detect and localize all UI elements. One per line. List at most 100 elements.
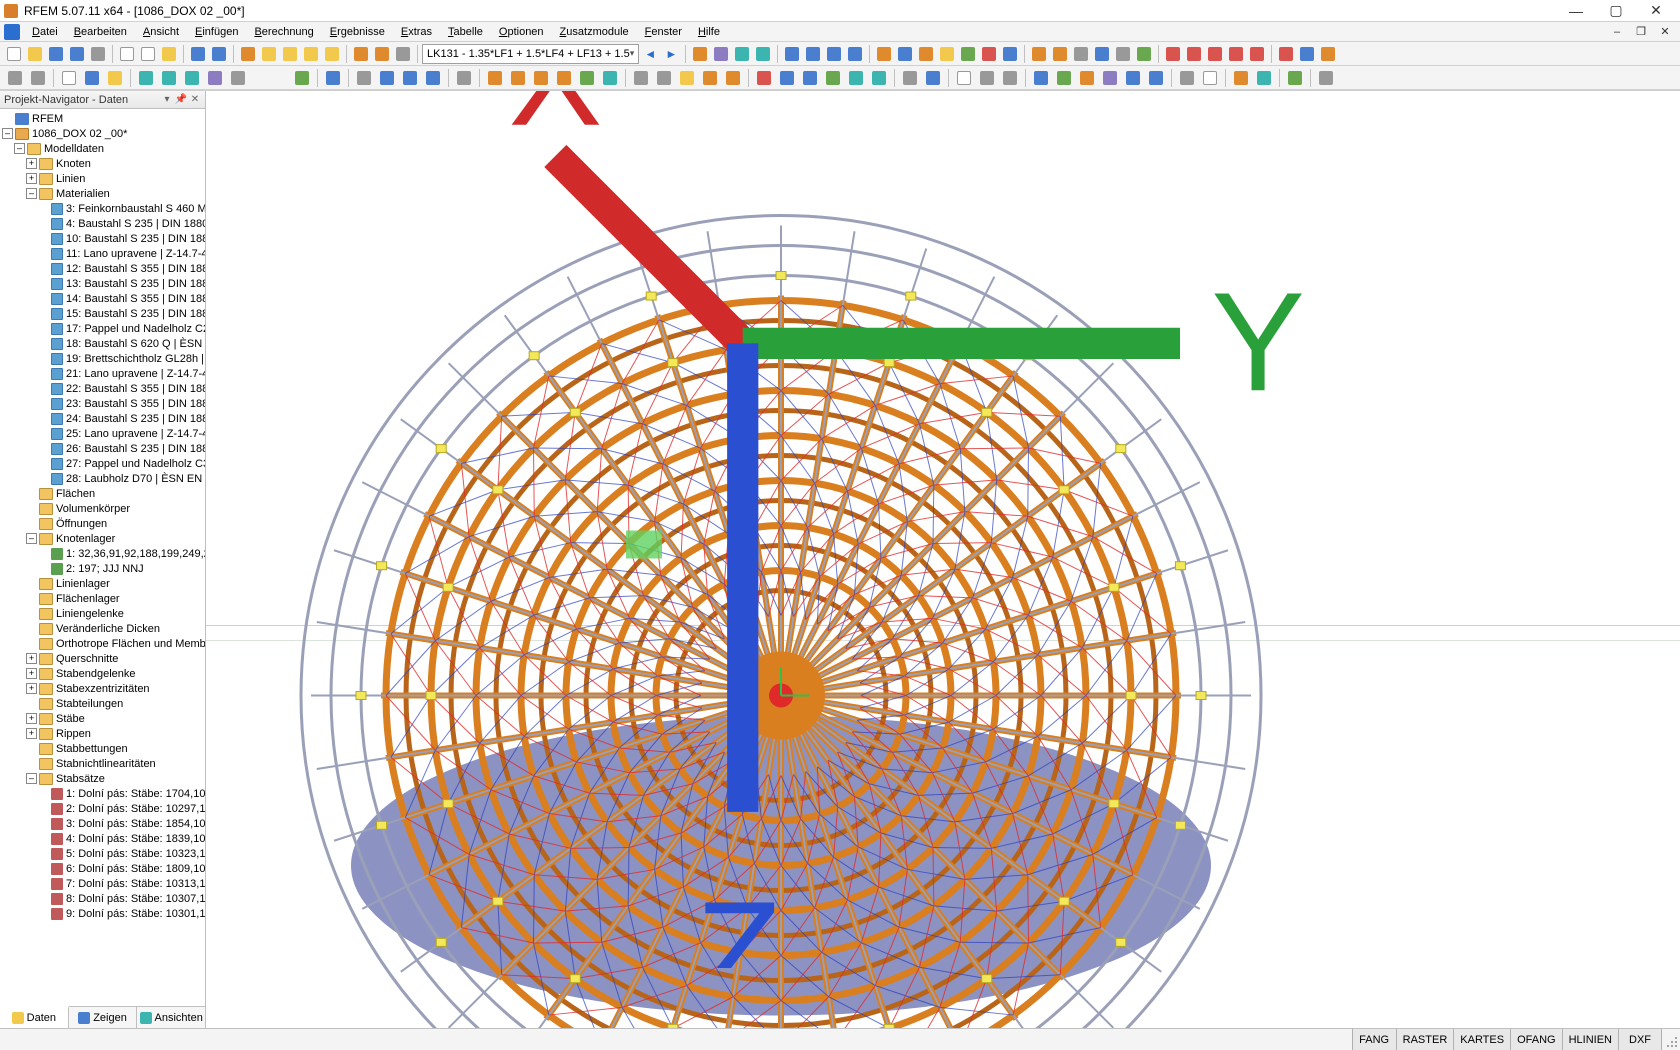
nav-tab-zeigen[interactable]: Zeigen: [69, 1007, 138, 1028]
tree-g3-0-toggle[interactable]: +: [26, 653, 37, 664]
tb-box-icon[interactable]: [322, 44, 342, 64]
navigator-dropdown-icon[interactable]: ▾: [161, 94, 173, 106]
tree-g2-2[interactable]: Liniengelenke: [0, 606, 205, 621]
tree-knotenlager[interactable]: –Knotenlager: [0, 531, 205, 546]
tree-g3-2[interactable]: +Stabexzentrizitäten: [0, 681, 205, 696]
loadcase-combo[interactable]: LK131 - 1.35*LF1 + 1.5*LF4 + LF13 + 1.5 …: [422, 44, 639, 64]
t2-w-icon[interactable]: [599, 68, 621, 88]
undo-button[interactable]: [188, 44, 208, 64]
tb-edit-icon[interactable]: [238, 44, 258, 64]
tree-material-18[interactable]: 28: Laubholz D70 | ÈSN EN 338:: [0, 471, 205, 486]
status-raster[interactable]: RASTER: [1396, 1029, 1454, 1050]
tree-stabsatz-1[interactable]: 2: Dolní pás: Stäbe: 10297,1034: [0, 801, 205, 816]
t2-af-icon[interactable]: [822, 68, 844, 88]
copy-button[interactable]: [117, 44, 137, 64]
navigator-close-icon[interactable]: ✕: [189, 94, 201, 106]
t2-j-icon[interactable]: [227, 68, 249, 88]
t2-av-icon[interactable]: [1253, 68, 1275, 88]
tree-material-10[interactable]: 19: Brettschichtholz GL28h | ÈS: [0, 351, 205, 366]
status-hlinien[interactable]: HLINIEN: [1562, 1029, 1618, 1050]
tree-g3-1-toggle[interactable]: +: [26, 668, 37, 679]
tree-material-1[interactable]: 4: Baustahl S 235 | DIN 18800:19: [0, 216, 205, 231]
tb-l5-icon[interactable]: [1247, 44, 1267, 64]
tree-stabsatz-5[interactable]: 6: Dolní pás: Stäbe: 1809,10359,: [0, 861, 205, 876]
t2-aa-icon[interactable]: [699, 68, 721, 88]
t2-ap-icon[interactable]: [1099, 68, 1121, 88]
t2-as-icon[interactable]: [1176, 68, 1198, 88]
t2-i-icon[interactable]: [204, 68, 226, 88]
t2-n-icon[interactable]: [376, 68, 398, 88]
menu-ergebnisse[interactable]: Ergebnisse: [322, 24, 393, 40]
navigator-pin-icon[interactable]: 📌: [175, 94, 187, 106]
tb-t4-icon[interactable]: [937, 44, 957, 64]
tree-stabsatz-2[interactable]: 3: Dolní pás: Stäbe: 1854,10375,: [0, 816, 205, 831]
tb-res3-icon[interactable]: [732, 44, 752, 64]
tree-stabsaetze[interactable]: –Stabsätze: [0, 771, 205, 786]
prev-lc-button[interactable]: ◄: [640, 44, 660, 64]
tree-modelldaten[interactable]: –Modelldaten: [0, 141, 205, 156]
t2-r-icon[interactable]: [484, 68, 506, 88]
status-dxf[interactable]: DXF: [1618, 1029, 1662, 1050]
t2-al-icon[interactable]: [999, 68, 1021, 88]
tb-l4-icon[interactable]: [1226, 44, 1246, 64]
resize-grip[interactable]: [1662, 1029, 1680, 1050]
tree-stabsatz-3[interactable]: 4: Dolní pás: Stäbe: 1839,10369,: [0, 831, 205, 846]
t2-ae-icon[interactable]: [799, 68, 821, 88]
t2-x-icon[interactable]: [630, 68, 652, 88]
menu-zusatzmodule[interactable]: Zusatzmodule: [552, 24, 637, 40]
tree-material-7[interactable]: 15: Baustahl S 235 | DIN 18800:: [0, 306, 205, 321]
t2-b-icon[interactable]: [27, 68, 49, 88]
tb-sup2-icon[interactable]: [1050, 44, 1070, 64]
tb-res2-icon[interactable]: [711, 44, 731, 64]
t2-z-icon[interactable]: [676, 68, 698, 88]
tree-material-17[interactable]: 27: Pappel und Nadelholz C30: [0, 456, 205, 471]
minimize-button[interactable]: —: [1556, 0, 1596, 22]
status-fang[interactable]: FANG: [1352, 1029, 1396, 1050]
tree-g6-1[interactable]: Stabnichtlinearitäten: [0, 756, 205, 771]
tree-linien-toggle[interactable]: +: [26, 173, 37, 184]
t2-am-icon[interactable]: [1030, 68, 1052, 88]
tree-material-12[interactable]: 22: Baustahl S 355 | DIN 18800:: [0, 381, 205, 396]
tree-stabsatz-8[interactable]: 9: Dolní pás: Stäbe: 10301,1338: [0, 906, 205, 921]
menu-einfügen[interactable]: Einfügen: [187, 24, 246, 40]
mdi-close-button[interactable]: ✕: [1654, 24, 1676, 40]
mdi-restore-button[interactable]: ❐: [1630, 24, 1652, 40]
navigator-tree[interactable]: RFEM–1086_DOX 02 _00*–Modelldaten+Knoten…: [0, 109, 205, 1014]
tree-material-15[interactable]: 25: Lano upravene | Z-14.7-411: [0, 426, 205, 441]
status-ofang[interactable]: OFANG: [1510, 1029, 1562, 1050]
tree-material-0[interactable]: 3: Feinkornbaustahl S 460 M | D: [0, 201, 205, 216]
tb-t2-icon[interactable]: [895, 44, 915, 64]
t2-d-icon[interactable]: [81, 68, 103, 88]
tb-t1-icon[interactable]: [874, 44, 894, 64]
tree-g2-0[interactable]: Linienlager: [0, 576, 205, 591]
new-button[interactable]: [4, 44, 24, 64]
tree-g4-0[interactable]: Stabteilungen: [0, 696, 205, 711]
t2-u-icon[interactable]: [553, 68, 575, 88]
tree-materialien-toggle[interactable]: –: [26, 188, 37, 199]
tree-material-13[interactable]: 23: Baustahl S 355 | DIN 18800:: [0, 396, 205, 411]
status-kartes[interactable]: KARTES: [1453, 1029, 1510, 1050]
t2-m-icon[interactable]: [353, 68, 375, 88]
tb-zoom-icon[interactable]: [259, 44, 279, 64]
t2-o-icon[interactable]: [399, 68, 421, 88]
tree-g6-0[interactable]: Stabbettungen: [0, 741, 205, 756]
tree-material-16[interactable]: 26: Baustahl S 235 | DIN 18800:: [0, 441, 205, 456]
tree-material-2[interactable]: 10: Baustahl S 235 | DIN 18800:: [0, 231, 205, 246]
tb-sup5-icon[interactable]: [1113, 44, 1133, 64]
t2-a-icon[interactable]: [4, 68, 26, 88]
t2-t-icon[interactable]: [530, 68, 552, 88]
tree-root[interactable]: RFEM: [0, 111, 205, 126]
open-button[interactable]: [25, 44, 45, 64]
tb-t5-icon[interactable]: [958, 44, 978, 64]
tree-knoten[interactable]: +Knoten: [0, 156, 205, 171]
tree-stabsatz-4[interactable]: 5: Dolní pás: Stäbe: 10323,1036: [0, 846, 205, 861]
t2-y-icon[interactable]: [653, 68, 675, 88]
t2-l-icon[interactable]: [322, 68, 344, 88]
tb-grid-icon[interactable]: [393, 44, 413, 64]
t2-ax-icon[interactable]: [1315, 68, 1337, 88]
tb-display2-icon[interactable]: [372, 44, 392, 64]
tree-g5-1-toggle[interactable]: +: [26, 728, 37, 739]
tree-knotenlager-toggle[interactable]: –: [26, 533, 37, 544]
t2-e-icon[interactable]: [104, 68, 126, 88]
menu-optionen[interactable]: Optionen: [491, 24, 552, 40]
